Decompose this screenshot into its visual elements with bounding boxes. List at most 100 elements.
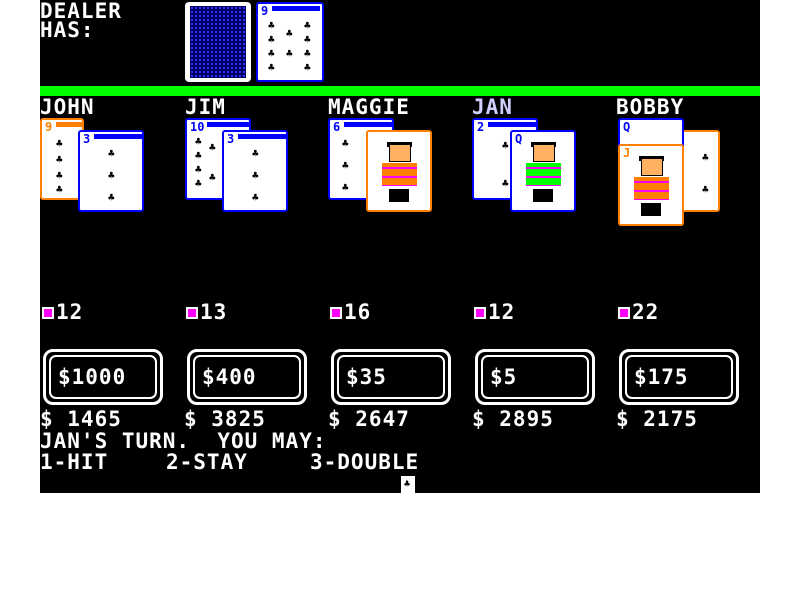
face-head bbox=[389, 144, 411, 163]
club-pip-icon: ♣ bbox=[304, 47, 311, 60]
bankroll-jim: $ 3825 bbox=[184, 407, 266, 431]
card-rank: 9 bbox=[45, 120, 53, 134]
bet-amount-jan: $5 bbox=[490, 365, 518, 389]
club-pip-icon: ♣ bbox=[56, 183, 63, 196]
bankroll-john: $ 1465 bbox=[40, 407, 122, 431]
card-corner-bar bbox=[488, 122, 536, 127]
bet-box-maggie: $35 bbox=[331, 349, 451, 405]
player-name-jan: JAN bbox=[472, 95, 513, 119]
bet-box-jan: $5 bbox=[475, 349, 595, 405]
card-corner-bar bbox=[272, 6, 320, 11]
face-card-figure bbox=[518, 142, 568, 202]
option-double[interactable]: 3-DOUBLE bbox=[310, 452, 419, 473]
card-rank: 3 bbox=[83, 132, 91, 146]
input-cursor: ♣ bbox=[401, 476, 415, 493]
hand-total-maggie: 16 bbox=[344, 300, 372, 324]
card-rank: 2 bbox=[477, 120, 485, 134]
club-pip-icon: ♣ bbox=[342, 181, 349, 194]
face-card-figure bbox=[374, 142, 424, 202]
hand-total-icon bbox=[474, 307, 486, 319]
hand-total-icon bbox=[186, 307, 198, 319]
card-rank: 3 bbox=[227, 132, 235, 146]
turn-prompt: JAN'S TURN. YOU MAY: bbox=[40, 429, 327, 453]
dealer-label-line2: HAS: bbox=[40, 18, 95, 42]
club-pip-icon: ♣ bbox=[342, 137, 349, 150]
club-pip-icon: ♣ bbox=[342, 159, 349, 172]
club-pip-icon: ♣ bbox=[56, 169, 63, 182]
player-name-john: JOHN bbox=[40, 95, 95, 119]
card-corner-bar bbox=[207, 122, 249, 127]
face-body bbox=[381, 162, 417, 186]
bet-amount-bobby: $175 bbox=[634, 365, 689, 389]
club-cursor-icon: ♣ bbox=[404, 479, 411, 490]
club-pip-icon: ♣ bbox=[304, 61, 311, 74]
game-screen: DEALER HAS: 9 ♣ ♣ ♣ ♣ ♣ ♣ ♣ ♣ ♣ ♣ JOHN J… bbox=[40, 0, 760, 493]
club-pip-icon: ♣ bbox=[195, 163, 202, 176]
face-head bbox=[641, 158, 663, 177]
option-stay[interactable]: 2-STAY bbox=[166, 452, 248, 473]
bet-amount-john: $1000 bbox=[58, 365, 127, 389]
card-corner-bar bbox=[344, 122, 392, 127]
club-pip-icon: ♣ bbox=[195, 135, 202, 148]
club-pip-icon: ♣ bbox=[56, 153, 63, 166]
face-legs bbox=[641, 203, 661, 216]
club-pip-icon: ♣ bbox=[304, 19, 311, 32]
bet-box-jim: $400 bbox=[187, 349, 307, 405]
jan-card-2: Q bbox=[510, 130, 576, 212]
club-pip-icon: ♣ bbox=[252, 147, 259, 160]
jim-card-2: 3 ♣ ♣ ♣ bbox=[222, 130, 288, 212]
card-corner-bar bbox=[56, 122, 82, 127]
card-rank: 6 bbox=[333, 120, 341, 134]
hand-total-jim: 13 bbox=[200, 300, 228, 324]
club-pip-icon: ♣ bbox=[209, 141, 216, 154]
card-rank: Q bbox=[623, 120, 631, 134]
card-rank: 9 bbox=[261, 4, 269, 18]
hand-total-icon bbox=[330, 307, 342, 319]
club-pip-icon: ♣ bbox=[502, 139, 509, 152]
face-body bbox=[525, 162, 561, 186]
option-hit[interactable]: 1-HIT bbox=[40, 452, 108, 473]
player-name-jim: JIM bbox=[185, 95, 226, 119]
club-pip-icon: ♣ bbox=[702, 151, 709, 164]
face-head bbox=[533, 144, 555, 163]
club-pip-icon: ♣ bbox=[108, 191, 115, 204]
club-pip-icon: ♣ bbox=[195, 177, 202, 190]
dealer-up-card: 9 ♣ ♣ ♣ ♣ ♣ ♣ ♣ ♣ ♣ ♣ bbox=[256, 2, 324, 82]
card-back-pattern bbox=[190, 6, 246, 78]
card-rank: 10 bbox=[190, 120, 205, 134]
bankroll-jan: $ 2895 bbox=[472, 407, 554, 431]
club-pip-icon: ♣ bbox=[268, 61, 275, 74]
club-pip-icon: ♣ bbox=[108, 147, 115, 160]
face-legs bbox=[533, 189, 553, 202]
john-card-2: 3 ♣ ♣ ♣ bbox=[78, 130, 144, 212]
card-corner-bar bbox=[238, 134, 286, 139]
face-body bbox=[633, 176, 669, 200]
hand-total-jan: 12 bbox=[488, 300, 516, 324]
bet-amount-jim: $400 bbox=[202, 365, 257, 389]
club-pip-icon: ♣ bbox=[304, 33, 311, 46]
hand-total-icon bbox=[618, 307, 630, 319]
card-corner-bar bbox=[94, 134, 142, 139]
club-pip-icon: ♣ bbox=[195, 149, 202, 162]
hand-total-bobby: 22 bbox=[632, 300, 660, 324]
club-pip-icon: ♣ bbox=[209, 171, 216, 184]
face-card-figure bbox=[626, 156, 676, 216]
dealer-hole-card bbox=[185, 2, 251, 82]
club-pip-icon: ♣ bbox=[56, 137, 63, 150]
club-pip-icon: ♣ bbox=[268, 47, 275, 60]
hand-total-john: 12 bbox=[56, 300, 84, 324]
face-legs bbox=[389, 189, 409, 202]
maggie-card-2 bbox=[366, 130, 432, 212]
club-pip-icon: ♣ bbox=[502, 177, 509, 190]
club-pip-icon: ♣ bbox=[702, 183, 709, 196]
hand-total-icon bbox=[42, 307, 54, 319]
bet-amount-maggie: $35 bbox=[346, 365, 387, 389]
player-name-bobby: BOBBY bbox=[616, 95, 685, 119]
club-pip-icon: ♣ bbox=[268, 33, 275, 46]
club-pip-icon: ♣ bbox=[286, 27, 293, 40]
club-pip-icon: ♣ bbox=[286, 47, 293, 60]
club-pip-icon: ♣ bbox=[252, 169, 259, 182]
club-pip-icon: ♣ bbox=[268, 19, 275, 32]
bet-box-bobby: $175 bbox=[619, 349, 739, 405]
player-name-maggie: MAGGIE bbox=[328, 95, 410, 119]
